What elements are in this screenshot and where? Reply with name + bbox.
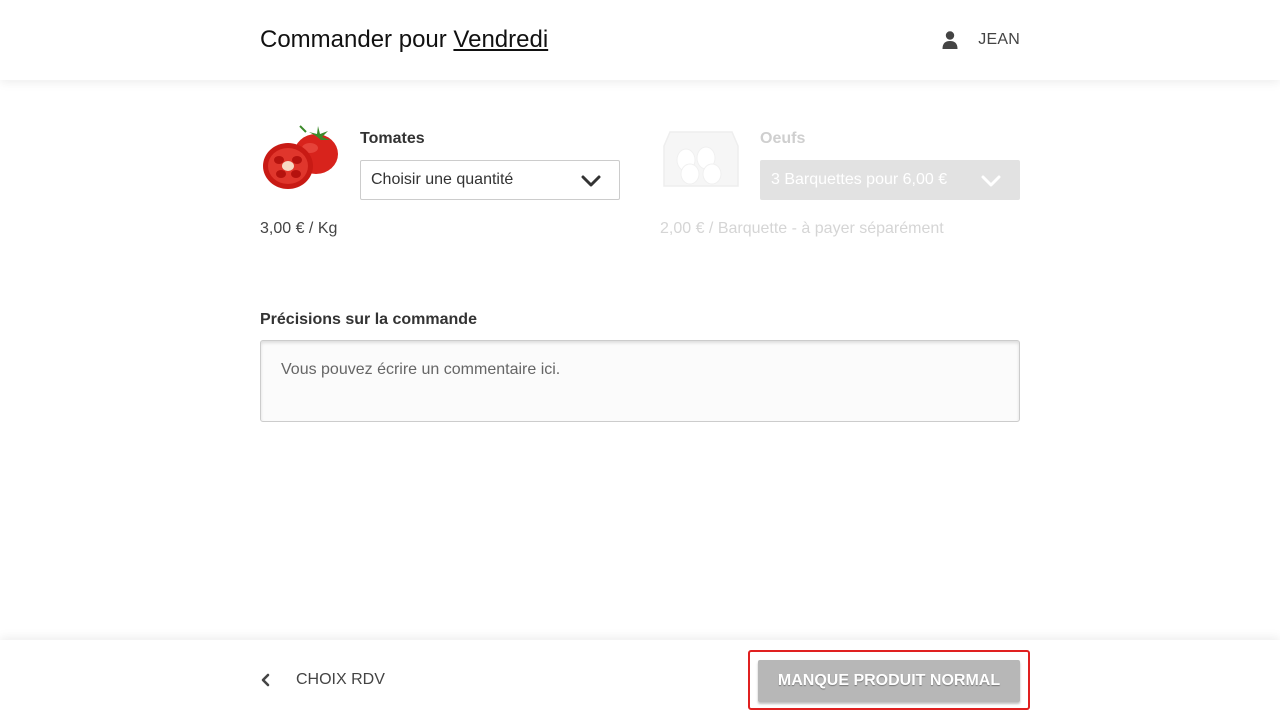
- product-list: Tomates Choisir une quantité 3,00 € / Kg…: [260, 120, 1020, 250]
- tomato-image: [263, 125, 338, 189]
- chevron-down-icon: [581, 175, 601, 187]
- product-price: 2,00 € / Barquette - à payer séparément: [660, 220, 944, 237]
- quantity-select-value: 3 Barquettes pour 6,00 €: [771, 171, 948, 188]
- quantity-select-value: Choisir une quantité: [371, 171, 514, 188]
- product-name: Oeufs: [760, 130, 806, 147]
- page-title-prefix: Commander pour: [260, 26, 447, 53]
- order-notes-section: Précisions sur la commande: [260, 310, 1020, 422]
- product-price: 3,00 € / Kg: [260, 220, 338, 237]
- order-notes-textarea[interactable]: [260, 340, 1020, 422]
- product-card-tomates: Tomates Choisir une quantité 3,00 € / Kg: [260, 120, 620, 250]
- footer: CHOIX RDV MANQUE PRODUIT NORMAL: [0, 640, 1280, 720]
- quantity-select: 3 Barquettes pour 6,00 €: [760, 160, 1020, 200]
- user-icon: [942, 31, 958, 49]
- egg-carton-image: [663, 131, 739, 187]
- back-button-label: CHOIX RDV: [296, 671, 385, 688]
- user-menu[interactable]: JEAN: [942, 30, 1020, 50]
- submit-highlight: MANQUE PRODUIT NORMAL: [748, 650, 1030, 710]
- header: Commander pour Vendredi JEAN: [0, 0, 1280, 80]
- back-button[interactable]: CHOIX RDV: [260, 670, 385, 690]
- quantity-select[interactable]: Choisir une quantité: [360, 160, 620, 200]
- submit-button[interactable]: MANQUE PRODUIT NORMAL: [758, 660, 1020, 702]
- product-name: Tomates: [360, 130, 425, 147]
- chevron-left-icon: [261, 673, 270, 687]
- user-name: JEAN: [978, 31, 1020, 48]
- product-card-oeufs: Oeufs 3 Barquettes pour 6,00 € 2,00 € / …: [660, 120, 1020, 250]
- chevron-down-icon: [981, 175, 1001, 187]
- page-title: Commander pour Vendredi: [260, 25, 548, 55]
- day-link[interactable]: Vendredi: [453, 26, 548, 53]
- order-notes-label: Précisions sur la commande: [260, 311, 477, 328]
